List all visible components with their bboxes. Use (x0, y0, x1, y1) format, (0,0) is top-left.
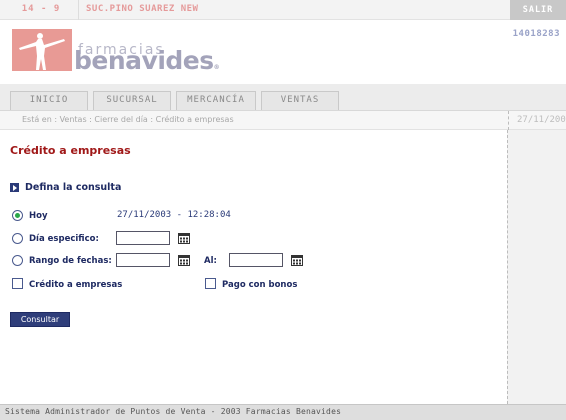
top-bar: 14 - 9 SUC.PINO SUAREZ NEW SALIR (0, 0, 566, 20)
credit-checkbox[interactable] (12, 278, 23, 289)
specific-day-input[interactable] (116, 231, 170, 245)
main-nav: INICIO SUCURSAL MERCANCÍA VENTAS (0, 84, 566, 110)
side-panel (507, 130, 566, 404)
brand-logo-figure (12, 29, 72, 71)
branch-name: SUC.PINO SUAREZ NEW (86, 4, 199, 14)
specific-day-label: Día especifico: (29, 234, 99, 244)
section-title: Defina la consulta (25, 182, 122, 193)
logo-wordmark-text: benavides (74, 46, 214, 75)
page-title: Crédito a empresas (10, 144, 131, 157)
tab-ventas[interactable]: VENTAS (261, 91, 339, 110)
logo-wordmark: benavides® (74, 46, 220, 75)
radio-date-range[interactable] (12, 255, 23, 266)
registered-mark: ® (213, 64, 220, 71)
footer: Sistema Administrador de Puntos de Venta… (0, 404, 566, 420)
logout-button[interactable]: SALIR (510, 0, 566, 20)
tab-inicio[interactable]: INICIO (10, 91, 88, 110)
store-code: 14 - 9 (21, 4, 61, 14)
calendar-icon[interactable] (291, 255, 303, 266)
radio-today[interactable] (12, 210, 23, 221)
calendar-icon[interactable] (178, 255, 190, 266)
divider (78, 0, 79, 20)
arrow-right-icon (10, 183, 19, 192)
bonus-checkbox[interactable] (205, 278, 216, 289)
calendar-icon[interactable] (178, 233, 190, 244)
consultar-button[interactable]: Consultar (10, 312, 70, 327)
breadcrumb-bar: Está en : Ventas : Cierre del día : Créd… (0, 110, 566, 130)
today-label: Hoy (29, 211, 48, 221)
range-to-input[interactable] (229, 253, 283, 267)
person-figure-icon (12, 29, 72, 71)
current-date: 27/11/2003 (508, 111, 566, 130)
header: farmacias benavides® 14018283 (0, 20, 566, 84)
radio-specific-day[interactable] (12, 233, 23, 244)
tab-sucursal[interactable]: SUCURSAL (93, 91, 171, 110)
breadcrumb: Está en : Ventas : Cierre del día : Créd… (22, 115, 234, 124)
to-label: Al: (204, 256, 217, 266)
bonus-label: Pago con bonos (222, 280, 298, 290)
tab-mercancia[interactable]: MERCANCÍA (176, 91, 256, 110)
footer-text: Sistema Administrador de Puntos de Venta… (5, 407, 342, 416)
range-from-input[interactable] (116, 253, 170, 267)
today-datetime: 27/11/2003 - 12:28:04 (117, 210, 231, 220)
credit-label: Crédito a empresas (29, 280, 123, 290)
date-range-label: Rango de fechas: (29, 256, 112, 266)
user-code: 14018283 (512, 29, 560, 39)
